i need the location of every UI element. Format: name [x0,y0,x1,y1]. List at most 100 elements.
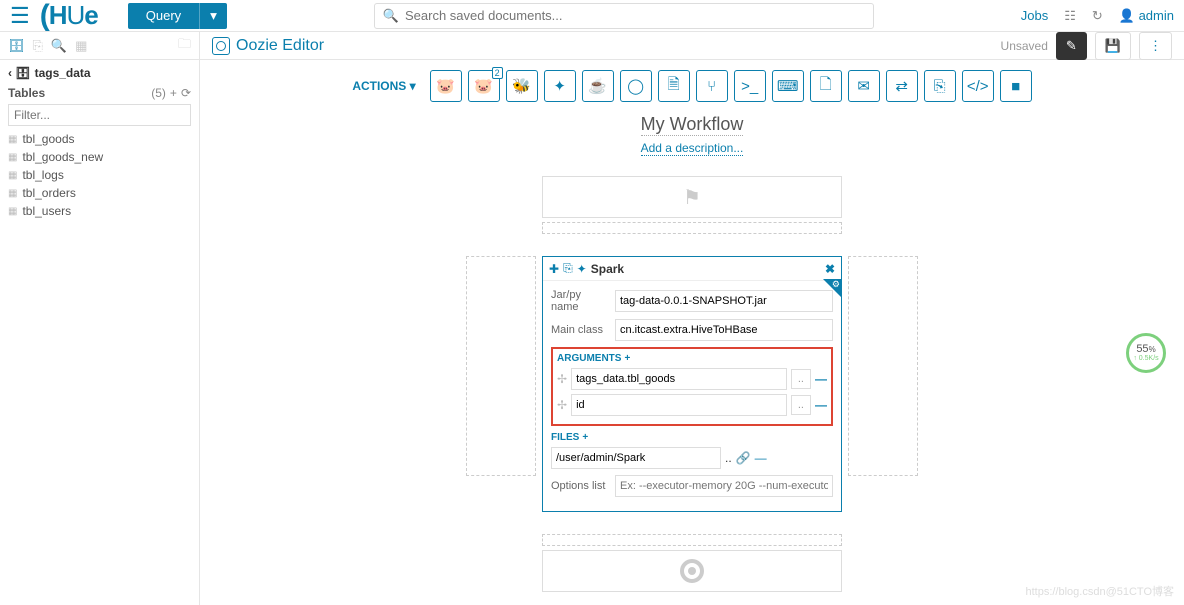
opts-label: Options list [551,480,609,492]
grip-icon[interactable]: ✢ [557,372,567,386]
add-table-icon[interactable]: + [170,86,177,100]
grid-icon[interactable]: ▦ [75,38,87,54]
arg-dd[interactable]: .. [791,369,811,389]
jar-label: Jar/py name [551,289,609,313]
file-input[interactable] [551,447,721,469]
tool-distcp-icon[interactable]: ⎘ [924,70,956,102]
end-node [542,550,842,592]
zoom-icon[interactable]: 🔍 [51,38,67,54]
query-dropdown[interactable]: ▾ [199,3,227,29]
tool-generic-icon[interactable]: </> [962,70,994,102]
table-icon: ▦ [8,206,17,217]
table-row[interactable]: ▦tbl_orders [8,184,191,202]
arg-input[interactable] [571,368,787,390]
jobs-link[interactable]: Jobs [1021,8,1048,23]
end-icon [680,559,704,583]
drop-zone-left[interactable] [466,256,536,476]
table-row[interactable]: ▦tbl_goods_new [8,148,191,166]
table-icon: ▦ [8,188,17,199]
jar-input[interactable] [615,290,833,312]
refresh-icon[interactable]: ⟳ [181,86,191,100]
topbar: ☰ (HUe Query ▾ 🔍 Jobs ☷ ↻ 👤 admin [0,0,1184,32]
plus-icon: + [624,353,630,364]
class-input[interactable] [615,319,833,341]
search-input[interactable] [405,8,865,23]
tool-pig2-icon[interactable]: 🐷2 [468,70,500,102]
oozie-icon [212,37,230,55]
tool-stop-icon[interactable]: ■ [1000,70,1032,102]
plus-icon: + [582,432,588,443]
drop-zone[interactable] [542,222,842,234]
tool-pig-icon[interactable]: 🐷 [430,70,462,102]
canvas: ACTIONS ▾ 🐷 🐷2 🐝 ✦ ☕ ◯ 🗎 ⑂ >_ ⌨ 🗋 ✉ ⇄ ⎘ … [200,60,1184,605]
hamburger-icon[interactable]: ☰ [10,3,30,29]
tool-shell-icon[interactable]: >_ [734,70,766,102]
drop-zone-right[interactable] [848,256,918,476]
arguments-header[interactable]: ARGUMENTS + [557,353,827,364]
opts-input[interactable] [615,475,833,497]
query-button[interactable]: Query [128,3,199,29]
jobs-icon[interactable]: ☷ [1064,8,1076,24]
tool-loop-icon[interactable]: ◯ [620,70,652,102]
edit-button[interactable]: ✎ [1056,32,1087,60]
minus-icon[interactable]: — [815,398,827,412]
db-icon[interactable]: 🗄 [8,38,25,54]
secondbar: 🗄 ⎘ 🔍 ▦ 🗀 Oozie Editor Unsaved ✎ 💾 ⋮ [0,32,1184,60]
tool-doc-icon[interactable]: 🗎 [658,70,690,102]
table-icon: ▦ [8,170,17,181]
sidebar: ‹ 🗄 tags_data Tables (5) + ⟳ ▦tbl_goods▦… [0,60,200,605]
more-button[interactable]: ⋮ [1139,32,1172,60]
tool-spark-icon[interactable]: ✦ [544,70,576,102]
minus-icon[interactable]: — [815,372,827,386]
table-row[interactable]: ▦tbl_logs [8,166,191,184]
breadcrumb[interactable]: ‹ 🗄 tags_data [8,66,191,80]
arg-input[interactable] [571,394,787,416]
table-icon: ▦ [8,134,17,145]
workflow-title[interactable]: My Workflow [641,114,744,136]
performance-gauge: 55% ↑ 0.5K/s [1126,333,1166,373]
spark-node[interactable]: ✚ ⎘ ✦ Spark ✖ Jar/py name Main class ARG… [542,256,842,512]
arg-dd[interactable]: .. [791,395,811,415]
workflow-desc[interactable]: Add a description... [641,141,744,156]
table-row[interactable]: ▦tbl_users [8,202,191,220]
history-icon[interactable]: ↻ [1092,8,1103,24]
tool-hive-icon[interactable]: 🐝 [506,70,538,102]
settings-corner[interactable] [823,279,841,297]
minus-icon[interactable]: — [755,451,767,465]
file-dd[interactable]: .. [725,451,732,465]
tool-file-icon[interactable]: 🗋 [810,70,842,102]
tool-mail-icon[interactable]: ✉ [848,70,880,102]
argument-row: ✢.. — [557,368,827,390]
close-icon[interactable]: ✖ [825,262,835,276]
folder-icon[interactable]: 🗀 [178,35,191,57]
watermark: https://blog.csdn@51CTO博客 [1025,583,1174,599]
tool-stream-icon[interactable]: ⇄ [886,70,918,102]
tool-fork-icon[interactable]: ⑂ [696,70,728,102]
file-row: .. 🔗 — [551,447,833,469]
tables-heading: Tables [8,86,45,100]
search-box[interactable]: 🔍 [374,3,874,29]
search-icon: 🔍 [383,8,399,24]
editor-title: Oozie Editor [200,32,336,59]
tool-java-icon[interactable]: ☕ [582,70,614,102]
user-link[interactable]: 👤 admin [1119,8,1174,24]
hue-logo[interactable]: (HUe [40,0,98,33]
start-node: ⚑ [542,176,842,218]
table-icon: ▦ [8,152,17,163]
grip-icon[interactable]: ✢ [557,398,567,412]
drop-zone[interactable] [542,534,842,546]
table-row[interactable]: ▦tbl_goods [8,130,191,148]
spark-icon: ✦ [577,262,587,276]
table-filter-input[interactable] [8,104,191,126]
save-button[interactable]: 💾 [1095,32,1131,60]
tool-ssh-icon[interactable]: ⌨ [772,70,804,102]
add-icon[interactable]: ✚ [549,262,559,276]
copy-icon[interactable]: ⎘ [33,38,43,54]
flag-icon: ⚑ [683,185,701,210]
unsaved-label: Unsaved [1001,39,1048,53]
actions-dropdown[interactable]: ACTIONS ▾ [352,79,415,93]
copy-icon[interactable]: ⎘ [563,261,573,276]
files-header[interactable]: FILES + [551,432,833,443]
node-type-label: Spark [591,262,624,276]
link-icon[interactable]: 🔗 [736,451,751,465]
